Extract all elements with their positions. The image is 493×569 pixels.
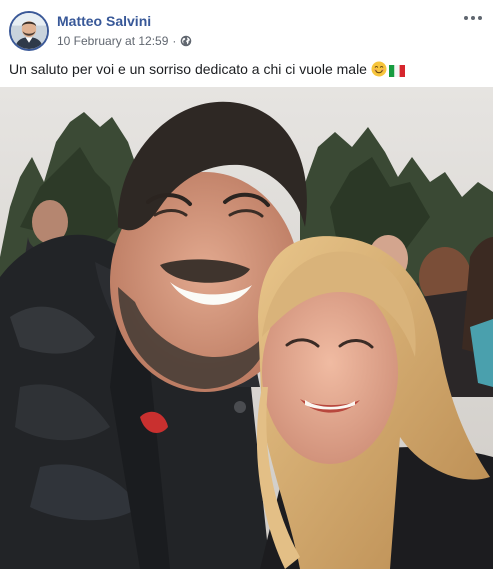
post-meta: 10 February at 12:59 ·: [57, 34, 192, 48]
more-options-icon-dot: [471, 16, 475, 20]
author-avatar[interactable]: [9, 11, 49, 51]
feed-post: Matteo Salvini 10 February at 12:59 · Un…: [0, 0, 493, 569]
avatar-image: [11, 13, 47, 49]
more-options-icon: [464, 16, 468, 20]
globe-icon[interactable]: [180, 35, 192, 47]
smiling-face-emoji-icon: [371, 61, 387, 77]
post-photo[interactable]: [0, 87, 493, 569]
italy-flag-emoji-icon: [388, 63, 405, 77]
post-header: Matteo Salvini 10 February at 12:59 ·: [0, 0, 493, 58]
selfie-photo-image: [0, 87, 493, 569]
meta-separator: ·: [172, 34, 177, 48]
post-caption: Un saluto per voi e un sorriso dedicato …: [9, 60, 405, 78]
author-name-link[interactable]: Matteo Salvini: [57, 13, 151, 29]
post-timestamp-link[interactable]: 10 February at 12:59: [57, 34, 168, 48]
caption-text: Un saluto per voi e un sorriso dedicato …: [9, 61, 367, 77]
more-options-icon-dot: [478, 16, 482, 20]
more-options-button[interactable]: [459, 6, 487, 30]
